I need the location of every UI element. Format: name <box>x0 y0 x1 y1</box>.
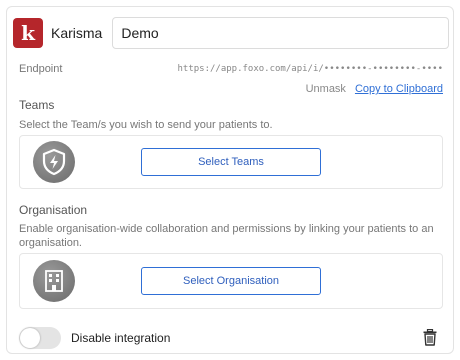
endpoint-url: https://app.foxo.com/api/i/••••••••-••••… <box>177 64 443 74</box>
karisma-logo: k <box>13 18 43 48</box>
trash-icon[interactable] <box>423 328 437 351</box>
disable-integration-label: Disable integration <box>71 331 171 345</box>
teams-card: Select Teams <box>19 135 443 189</box>
integration-card: k Karisma Endpoint https://app.foxo.com/… <box>6 6 454 354</box>
endpoint-row: Endpoint https://app.foxo.com/api/i/••••… <box>19 60 443 78</box>
integration-footer: Disable integration <box>19 325 443 351</box>
integration-name-input[interactable] <box>112 17 449 49</box>
unmask-link[interactable]: Unmask <box>306 83 346 95</box>
logo-letter: k <box>21 21 35 45</box>
shield-bolt-icon <box>33 141 75 183</box>
organisation-card: Select Organisation <box>19 253 443 309</box>
select-teams-button[interactable]: Select Teams <box>141 148 321 176</box>
teams-title: Teams <box>19 98 55 112</box>
copy-to-clipboard-link[interactable]: Copy to Clipboard <box>355 83 443 95</box>
disable-integration-toggle[interactable] <box>19 327 61 349</box>
endpoint-actions: Unmask Copy to Clipboard <box>306 83 443 95</box>
organisation-title: Organisation <box>19 203 88 217</box>
teams-description: Select the Team/s you wish to send your … <box>19 119 273 131</box>
brand-name: Karisma <box>51 25 103 41</box>
integration-header: k Karisma <box>13 15 449 51</box>
building-icon <box>33 260 75 302</box>
organisation-description: Enable organisation-wide collaboration a… <box>19 223 434 249</box>
endpoint-label: Endpoint <box>19 63 63 75</box>
toggle-knob <box>20 328 40 348</box>
select-organisation-button[interactable]: Select Organisation <box>141 267 321 295</box>
